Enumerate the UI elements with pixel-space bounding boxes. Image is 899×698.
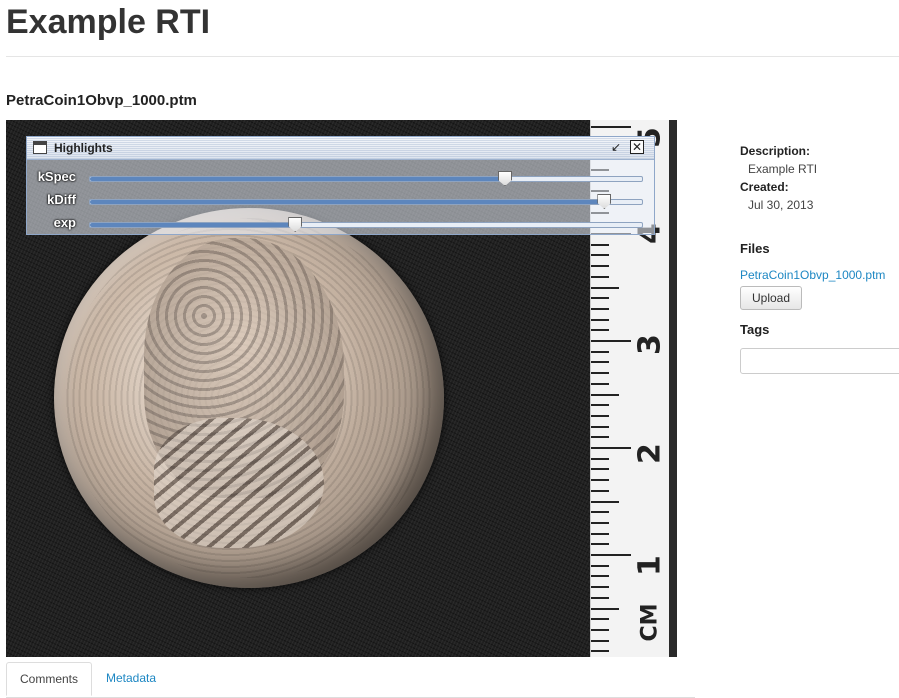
tab-bar: Comments Metadata [6, 662, 695, 698]
ruler-tick [591, 628, 609, 631]
ruler-tick [591, 404, 609, 407]
ruler-tick [591, 554, 631, 556]
ruler-tick [591, 564, 609, 567]
ruler-tick [591, 254, 609, 257]
slider-thumb[interactable] [288, 217, 303, 232]
ruler-tick [591, 618, 609, 621]
file-download-link[interactable]: PetraCoin1Obvp_1000.ptm [740, 268, 885, 282]
page-title: Example RTI [6, 3, 211, 41]
slider-thumb[interactable] [597, 194, 612, 209]
viewer-edge [669, 120, 677, 657]
highlights-panel: Highlights ↙ ✕ kSpec kDiff exp [26, 136, 655, 235]
slider-fill [90, 223, 295, 227]
highlights-panel-titlebar[interactable]: Highlights ↙ ✕ [27, 137, 654, 160]
slider-row-kdiff: kDiff [27, 190, 654, 212]
window-icon [33, 141, 47, 154]
ruler-tick [591, 297, 609, 300]
close-icon[interactable]: ✕ [630, 140, 644, 154]
tab-metadata[interactable]: Metadata [96, 662, 166, 696]
ruler-number-3: 3 [632, 334, 668, 355]
description-label: Description: [740, 144, 811, 158]
slider-kspec[interactable] [89, 171, 643, 186]
ruler-tick [591, 511, 609, 514]
ruler-tick [591, 543, 609, 546]
ruler-tick [591, 447, 631, 449]
ruler-tick [591, 586, 609, 589]
ruler-tick [591, 596, 609, 599]
ruler-tick [591, 607, 619, 610]
slider-label-kdiff: kDiff [47, 192, 76, 207]
highlights-panel-title: Highlights [54, 141, 113, 155]
created-value: Jul 30, 2013 [748, 198, 814, 212]
ruler-tick [591, 382, 609, 385]
created-label: Created: [740, 180, 789, 194]
ruler-tick [591, 265, 609, 268]
coin-drapery [154, 418, 324, 548]
ruler-tick [591, 468, 609, 471]
slider-row-kspec: kSpec [27, 167, 654, 189]
tags-input[interactable] [740, 348, 899, 374]
description-value: Example RTI [748, 162, 818, 176]
slider-label-exp: exp [53, 215, 76, 230]
title-divider [6, 56, 899, 57]
ruler-tick [591, 329, 609, 332]
slider-fill [90, 200, 604, 204]
files-heading: Files [740, 241, 770, 256]
ruler-unit-label: CM [637, 603, 663, 642]
ruler-tick [591, 126, 631, 128]
slider-kdiff[interactable] [89, 194, 643, 209]
ruler-tick [591, 318, 609, 321]
ruler-tick [591, 340, 631, 342]
ruler-tick [591, 457, 609, 460]
ruler-tick [591, 286, 619, 289]
ruler-tick [591, 307, 609, 310]
coin-image [54, 208, 444, 588]
ruler-tick [591, 436, 609, 439]
ruler-tick [591, 532, 609, 535]
ruler-tick [591, 521, 609, 524]
ruler-number-2: 2 [632, 443, 668, 464]
ruler-tick [591, 650, 609, 653]
file-title: PetraCoin1Obvp_1000.ptm [6, 92, 197, 109]
ruler-number-1: 1 [632, 555, 668, 576]
ruler-tick [591, 425, 609, 428]
slider-exp[interactable] [89, 217, 643, 232]
rti-viewer[interactable]: 5 4 3 2 1 CM Highlights ↙ ✕ kSpeckDiffex… [6, 120, 677, 657]
slider-row-exp: exp [27, 213, 654, 235]
ruler-tick [591, 575, 609, 578]
ruler-tick [591, 243, 609, 246]
ruler-tick [591, 489, 609, 492]
ruler-tick [591, 414, 609, 417]
ruler-tick [591, 372, 609, 375]
slider-label-kspec: kSpec [37, 169, 76, 184]
ruler-tick [591, 393, 619, 396]
slider-fill [90, 177, 504, 181]
tab-comments[interactable]: Comments [6, 662, 92, 696]
slider-thumb[interactable] [498, 171, 512, 186]
ruler-tick [591, 479, 609, 482]
ruler-tick [591, 275, 609, 278]
ruler-tick [591, 639, 609, 642]
ruler-tick [591, 361, 609, 364]
restore-icon[interactable]: ↙ [609, 140, 623, 154]
ruler-tick [591, 350, 609, 353]
tags-heading: Tags [740, 322, 770, 337]
ruler-tick [591, 500, 619, 503]
upload-button[interactable]: Upload [740, 286, 802, 310]
